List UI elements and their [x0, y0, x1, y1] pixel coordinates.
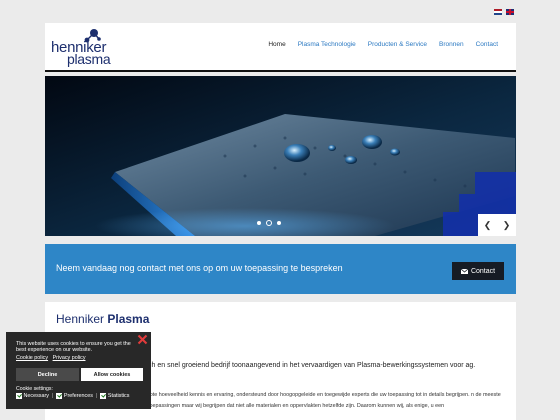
main-nav: Home Plasma Technologie Producten & Serv… — [268, 41, 498, 48]
necessary-checkbox[interactable]: Necessary — [16, 393, 49, 399]
nav-producten-service[interactable]: Producten & Service — [368, 41, 427, 48]
cta-text: Neem vandaag nog contact met ons op om u… — [56, 263, 343, 273]
preferences-label: Preferences — [63, 393, 93, 399]
statistics-checkbox[interactable]: Statistics — [100, 393, 129, 399]
language-switcher — [494, 9, 514, 15]
cookie-settings-label: Cookie settings: — [16, 386, 53, 392]
nav-home[interactable]: Home — [268, 41, 285, 48]
envelope-icon — [460, 268, 468, 274]
nl-flag-icon[interactable] — [494, 9, 502, 15]
checkmark-icon — [100, 393, 107, 399]
nav-plasma-technologie[interactable]: Plasma Technologie — [298, 41, 356, 48]
en-flag-icon[interactable] — [506, 9, 514, 15]
checkmark-icon — [16, 393, 22, 399]
section-title: Henniker Plasma — [56, 312, 149, 326]
slider-arrows: ❮ ❯ — [478, 214, 516, 236]
hero-plasma-image — [45, 76, 516, 236]
allow-cookies-button[interactable]: Allow cookies — [81, 368, 143, 381]
slider-dot-1[interactable] — [257, 221, 261, 225]
option-separator: | — [95, 393, 98, 399]
statistics-label: Statistics — [107, 393, 130, 399]
logo-text-plasma: plasma — [67, 51, 111, 67]
necessary-label: Necessary — [23, 393, 49, 399]
contact-button[interactable]: Contact — [452, 262, 504, 280]
title-bold: Plasma — [107, 312, 150, 326]
logo[interactable]: henniker plasma — [51, 28, 121, 66]
cookie-links: Cookie policy Privacy policy — [16, 355, 89, 361]
preferences-checkbox[interactable]: Preferences — [56, 393, 93, 399]
slider-dots — [257, 220, 281, 226]
checkmark-icon — [56, 393, 63, 399]
cookie-consent-banner: This website uses cookies to ensure you … — [6, 332, 151, 409]
cookie-policy-link[interactable]: Cookie policy — [16, 355, 48, 361]
privacy-policy-link[interactable]: Privacy policy — [53, 355, 86, 361]
site-header: henniker plasma Home Plasma Technologie … — [45, 23, 516, 72]
chevron-right-icon[interactable]: ❯ — [497, 214, 516, 236]
nav-bronnen[interactable]: Bronnen — [439, 41, 464, 48]
decline-button[interactable]: Decline — [16, 368, 79, 381]
title-normal: Henniker — [56, 312, 105, 326]
nav-contact[interactable]: Contact — [476, 41, 498, 48]
cookie-options: Necessary | Preferences | Statistics — [16, 393, 129, 399]
chevron-left-icon[interactable]: ❮ — [478, 214, 497, 236]
slider-dot-2[interactable] — [266, 220, 272, 226]
contact-button-label: Contact — [470, 267, 496, 275]
cookie-message: This website uses cookies to ensure you … — [16, 341, 131, 353]
hero-slider: ❮ ❯ — [45, 76, 516, 236]
contact-cta-banner: Neem vandaag nog contact met ons op om u… — [45, 244, 516, 294]
slider-dot-3[interactable] — [277, 221, 281, 225]
option-separator: | — [51, 393, 54, 399]
